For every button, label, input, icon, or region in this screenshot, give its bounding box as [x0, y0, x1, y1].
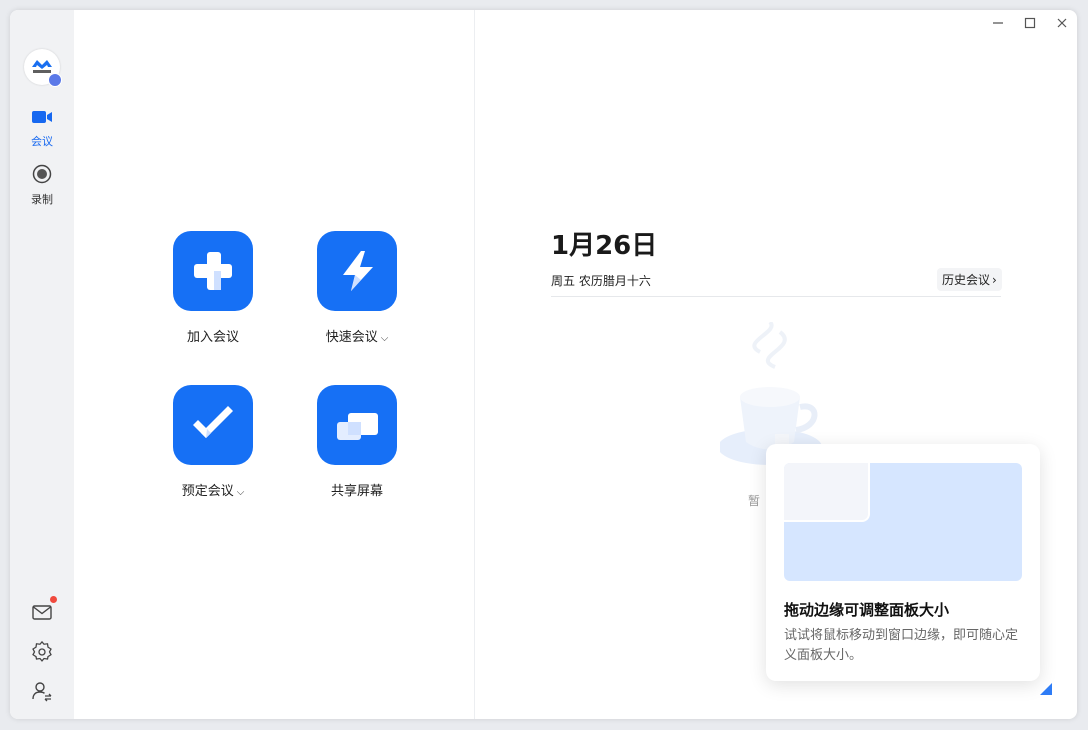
resize-handle-icon[interactable] — [1040, 683, 1052, 695]
app-logo[interactable] — [24, 49, 62, 87]
video-camera-icon — [32, 111, 52, 123]
resize-tip-illustration — [784, 463, 1022, 581]
share-screen-label: 共享屏幕 — [330, 484, 383, 499]
share-screen-button[interactable]: 共享屏幕 — [302, 385, 412, 499]
sidebar-item-meetings[interactable]: 会议 — [10, 108, 74, 149]
popup-title: 拖动边缘可调整面板大小 — [784, 601, 950, 619]
mail-button[interactable] — [31, 601, 53, 623]
illustration-panel — [784, 463, 870, 522]
schedule-meeting-button[interactable]: 预定会议 ⌵ — [158, 385, 268, 499]
sidebar-item-recordings[interactable]: 录制 — [10, 164, 74, 207]
app-window: 会议 录制 加入会议 快速会议 ⌵ 预定会议 ⌵ 共享屏幕 1月26日 周五 农… — [10, 10, 1077, 719]
share-screen-icon — [337, 413, 378, 440]
empty-state-text: 暂 — [748, 494, 761, 508]
chevron-down-icon[interactable]: ⌵ — [237, 487, 245, 498]
share-screen-tile[interactable] — [317, 385, 397, 465]
join-meeting-button[interactable]: 加入会议 — [158, 231, 268, 345]
join-meeting-label: 加入会议 — [186, 330, 239, 345]
quick-meeting-button[interactable]: 快速会议 ⌵ — [302, 231, 412, 345]
notification-badge — [50, 596, 57, 603]
history-meetings-label: 历史会议 — [942, 273, 991, 287]
actions-panel: 加入会议 快速会议 ⌵ 预定会议 ⌵ 共享屏幕 — [74, 10, 475, 719]
close-icon[interactable] — [1055, 16, 1069, 30]
divider — [551, 296, 1001, 297]
schedule-meeting-tile[interactable] — [173, 385, 253, 465]
current-date: 1月26日 — [551, 231, 658, 261]
sidebar: 会议 录制 — [10, 10, 74, 719]
plus-icon — [194, 252, 232, 290]
maximize-icon[interactable] — [1023, 16, 1037, 30]
lunar-date: 周五 农历腊月十六 — [551, 274, 651, 288]
verified-badge — [48, 73, 62, 87]
chevron-right-icon: › — [992, 273, 997, 287]
sidebar-item-label: 会议 — [31, 135, 53, 148]
popup-body: 试试将鼠标移动到窗口边缘，即可随心定义面板大小。 — [784, 628, 1019, 663]
settings-button[interactable] — [31, 640, 53, 663]
resize-tip-popup: 拖动边缘可调整面板大小 试试将鼠标移动到窗口边缘，即可随心定义面板大小。 — [766, 444, 1040, 681]
quick-meeting-label: 快速会议 — [325, 330, 378, 345]
user-switch-icon — [32, 682, 52, 702]
chevron-down-icon[interactable]: ⌵ — [381, 333, 389, 344]
join-meeting-tile[interactable] — [173, 231, 253, 311]
schedule-meeting-label: 预定会议 — [181, 484, 234, 499]
mail-icon — [32, 605, 52, 620]
sidebar-item-label: 录制 — [31, 193, 53, 206]
account-button[interactable] — [31, 680, 53, 702]
gear-icon — [32, 640, 52, 662]
history-meetings-button[interactable]: 历史会议 › — [937, 268, 1002, 291]
lightning-icon — [343, 251, 373, 291]
minimize-icon[interactable] — [991, 16, 1005, 30]
record-icon — [32, 164, 52, 184]
quick-meeting-tile[interactable] — [317, 231, 397, 311]
check-icon — [193, 406, 233, 438]
